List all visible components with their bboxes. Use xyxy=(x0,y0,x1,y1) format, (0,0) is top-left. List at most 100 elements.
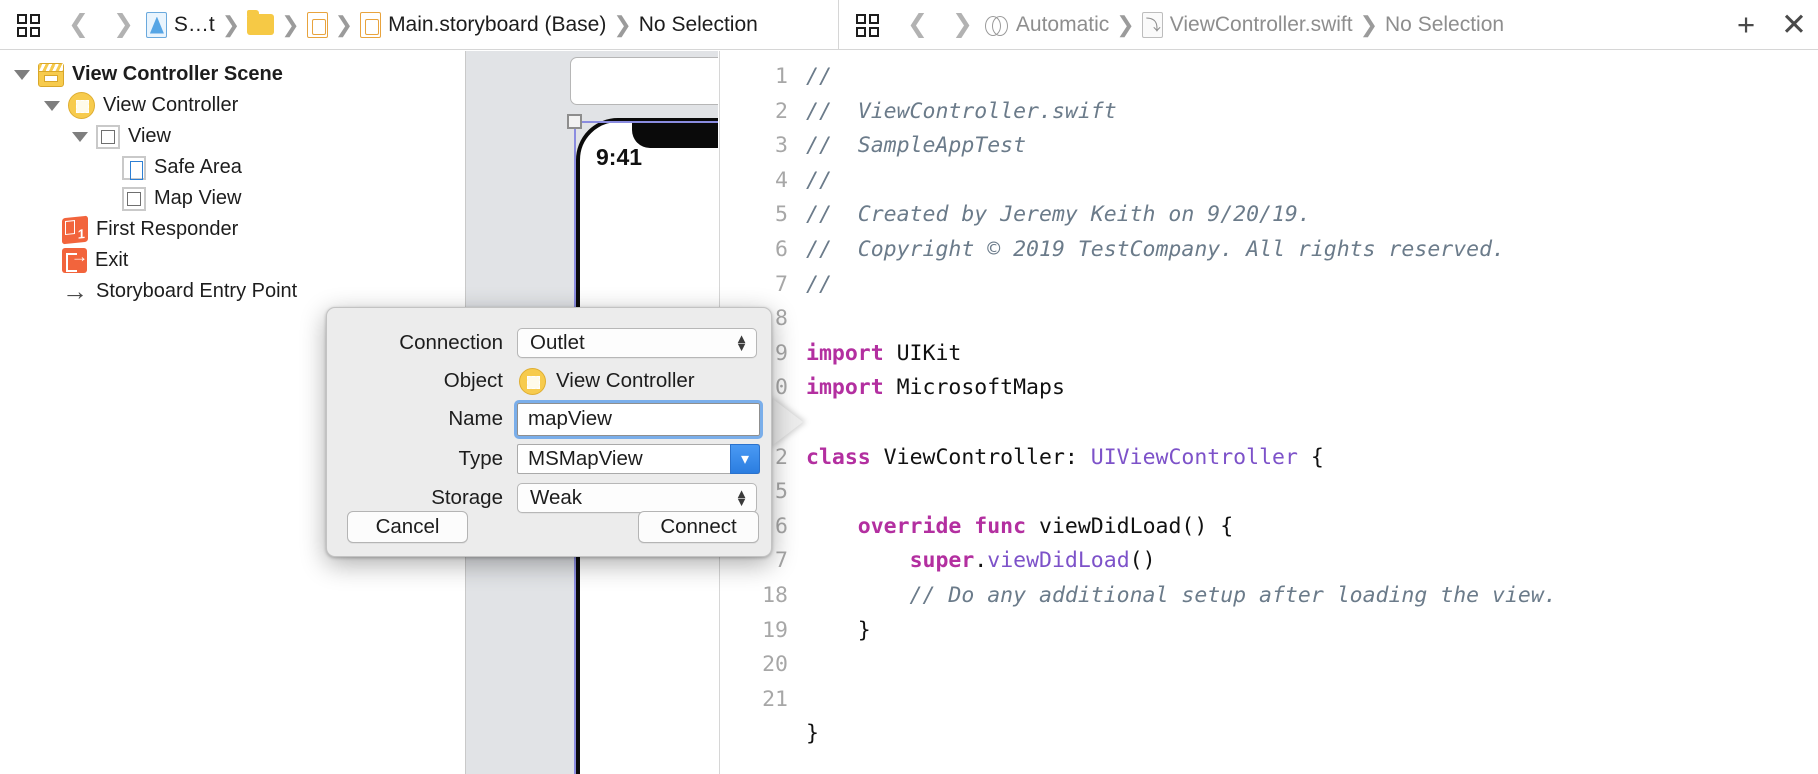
type-row: Type MSMapView ▾ xyxy=(327,440,773,478)
breadcrumb-item-automatic[interactable]: Automatic xyxy=(984,13,1109,37)
code-line[interactable]: } xyxy=(806,717,1818,752)
chevron-down-icon[interactable]: ▾ xyxy=(730,444,760,474)
breadcrumb-item-storyboard[interactable]: Main.storyboard (Base) xyxy=(360,11,606,38)
type-label: Type xyxy=(458,447,503,470)
code-token: // xyxy=(806,167,832,193)
code-line[interactable] xyxy=(806,648,1818,683)
view-controller-icon xyxy=(68,92,95,119)
disclosure-triangle-icon[interactable] xyxy=(72,131,88,142)
breadcrumb-separator: ❯ xyxy=(1359,11,1379,37)
name-field-wrapper[interactable]: mapView xyxy=(514,399,763,439)
outline-row-view[interactable]: View xyxy=(0,121,465,152)
connection-label: Connection xyxy=(399,331,503,354)
back-button[interactable]: ❯ xyxy=(895,10,940,38)
code-line[interactable] xyxy=(806,406,1818,441)
cancel-button[interactable]: Cancel xyxy=(347,511,468,543)
name-label: Name xyxy=(448,407,503,430)
code-line[interactable]: // ViewController.swift xyxy=(806,95,1818,130)
code-line[interactable]: // xyxy=(806,60,1818,95)
outline-row-first-responder[interactable]: First Responder xyxy=(0,214,465,245)
code-line[interactable]: // Do any additional setup after loading… xyxy=(806,579,1818,614)
breadcrumb-item-folder[interactable] xyxy=(247,10,275,35)
app-project-icon xyxy=(145,11,167,38)
forward-button[interactable]: ❯ xyxy=(101,12,146,37)
line-number: 5 xyxy=(775,202,788,228)
name-row: Name mapView xyxy=(327,399,773,439)
code-line[interactable] xyxy=(806,302,1818,337)
code-line[interactable]: // Created by Jeremy Keith on 9/20/19. xyxy=(806,198,1818,233)
code-token: override xyxy=(857,513,962,539)
forward-button[interactable]: ❯ xyxy=(940,12,985,37)
back-button[interactable]: ❯ xyxy=(56,10,101,38)
storage-value: Weak xyxy=(530,486,583,509)
code-token: viewDidLoad() { xyxy=(1026,513,1234,539)
connection-popup-button[interactable]: Outlet ▲ ▼ xyxy=(517,328,757,358)
add-editor-button[interactable]: + xyxy=(1722,0,1770,49)
code-line[interactable]: super.viewDidLoad() xyxy=(806,544,1818,579)
safe-area-icon xyxy=(122,155,146,180)
outline-row-safe-area[interactable]: Safe Area xyxy=(0,152,465,183)
scene-icon xyxy=(38,62,64,87)
breadcrumb-separator: ❯ xyxy=(334,11,354,37)
connection-popover[interactable]: Connection Outlet ▲ ▼ Object View Control… xyxy=(326,307,772,557)
code-line[interactable] xyxy=(806,752,1818,774)
grid-icon[interactable] xyxy=(16,12,42,38)
disclosure-triangle-icon[interactable] xyxy=(14,69,30,80)
object-value: View Controller xyxy=(556,369,695,392)
code-line[interactable] xyxy=(806,475,1818,510)
breadcrumb-separator: ❯ xyxy=(221,11,241,37)
name-value: mapView xyxy=(528,407,612,430)
line-number: 7 xyxy=(775,271,788,297)
object-value-group[interactable]: View Controller xyxy=(517,367,695,395)
breadcrumb-item-swift-file[interactable]: ViewController.swift xyxy=(1141,11,1353,38)
outline-row-map-view[interactable]: Map View xyxy=(0,183,465,214)
type-input[interactable]: MSMapView xyxy=(517,444,760,474)
storage-popup-button[interactable]: Weak ▲ ▼ xyxy=(517,483,757,513)
code-token: import xyxy=(806,340,884,366)
code-line[interactable]: // SampleAppTest xyxy=(806,129,1818,164)
code-content[interactable]: // // ViewController.swift // SampleAppTes… xyxy=(806,60,1818,774)
breadcrumb-item-selection[interactable]: No Selection xyxy=(1385,13,1504,37)
source-editor[interactable]: 1 2 3 4 5 6 7 8 9 0 1 2 5 6 7 18 19 20 21 //// ViewControl… xyxy=(719,51,1818,774)
name-input[interactable]: mapView xyxy=(514,399,763,439)
code-line[interactable]: // xyxy=(806,164,1818,199)
folder-icon xyxy=(247,10,275,35)
connect-button[interactable]: Connect xyxy=(638,511,759,543)
disclosure-triangle-icon[interactable] xyxy=(44,100,60,111)
storyboard-jump-bar: ❯ ❯ S…t ❯ ❯ ❯ Main.storyboard (Base) ❯ N… xyxy=(0,0,838,50)
outline-row-storyboard-entry-point[interactable]: → Storyboard Entry Point xyxy=(0,276,465,307)
code-line[interactable]: override func viewDidLoad() { xyxy=(806,510,1818,545)
close-editor-button[interactable]: ✕ xyxy=(1770,0,1818,49)
code-token: func xyxy=(974,513,1027,539)
resize-handle[interactable] xyxy=(567,114,582,129)
automatic-icon xyxy=(984,13,1009,37)
entry-point-icon: → xyxy=(62,275,88,306)
code-line[interactable]: } xyxy=(806,614,1818,649)
code-line[interactable]: import MicrosoftMaps xyxy=(806,371,1818,406)
type-value: MSMapView xyxy=(528,447,643,470)
line-number: 3 xyxy=(775,133,788,159)
code-line[interactable] xyxy=(806,683,1818,718)
code-line[interactable]: class ViewController: UIViewController { xyxy=(806,441,1818,476)
breadcrumb-item-project[interactable]: S…t xyxy=(145,11,215,38)
code-token: UIViewController xyxy=(1090,444,1298,470)
canvas-scene-header[interactable] xyxy=(570,57,718,105)
outline-row-view-controller-scene[interactable]: View Controller Scene xyxy=(0,59,465,90)
type-combo-box[interactable]: MSMapView ▾ xyxy=(517,444,760,474)
view-controller-icon xyxy=(519,367,546,395)
code-line[interactable]: // Copyright © 2019 TestCompany. All rig… xyxy=(806,233,1818,268)
grid-icon[interactable] xyxy=(855,12,881,38)
breadcrumb-item-storyboard-group[interactable] xyxy=(306,11,328,38)
breadcrumb-separator: ❯ xyxy=(281,11,300,37)
breadcrumb-item-selection[interactable]: No Selection xyxy=(639,13,758,37)
code-line[interactable]: // xyxy=(806,268,1818,303)
code-token: () xyxy=(1129,548,1156,574)
code-token: UIKit xyxy=(883,340,962,366)
code-token: MicrosoftMaps xyxy=(883,375,1065,401)
editor-actions: + ✕ xyxy=(1722,0,1818,49)
code-token: } xyxy=(806,721,819,747)
outline-row-exit[interactable]: Exit xyxy=(0,245,465,276)
outline-row-view-controller[interactable]: View Controller xyxy=(0,90,465,121)
code-line[interactable]: import UIKit xyxy=(806,337,1818,372)
